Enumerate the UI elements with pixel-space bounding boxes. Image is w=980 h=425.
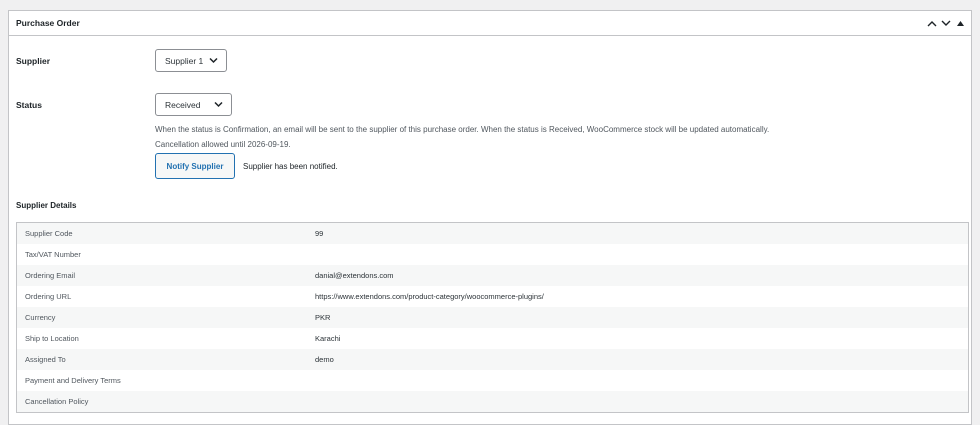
supplier-select-value: Supplier 1 xyxy=(165,55,204,66)
chevron-down-icon xyxy=(209,57,218,64)
table-row: Ordering Email danial@extendons.com xyxy=(16,265,969,286)
status-select-value: Received xyxy=(165,99,201,110)
detail-label: Ordering URL xyxy=(16,286,315,307)
table-row: Assigned To demo xyxy=(16,349,969,370)
detail-value xyxy=(315,244,969,265)
notification-message: Supplier has been notified. xyxy=(243,162,338,171)
table-row: Supplier Code 99 xyxy=(16,222,969,244)
move-up-button[interactable] xyxy=(925,15,939,31)
status-label: Status xyxy=(16,100,42,110)
table-row: Currency PKR xyxy=(16,307,969,328)
toggle-panel-button[interactable] xyxy=(953,15,967,31)
table-row: Tax/VAT Number xyxy=(16,244,969,265)
detail-label: Currency xyxy=(16,307,315,328)
panel-title: Purchase Order xyxy=(16,18,80,28)
cancellation-note: Cancellation allowed until 2026-09-19. xyxy=(155,140,291,149)
chevron-up-icon xyxy=(927,20,937,26)
detail-label: Assigned To xyxy=(16,349,315,370)
supplier-details-table: Supplier Code 99 Tax/VAT Number Ordering … xyxy=(16,222,969,413)
status-description: When the status is Confirmation, an emai… xyxy=(155,125,770,134)
supplier-details-heading: Supplier Details xyxy=(16,201,77,210)
detail-label: Tax/VAT Number xyxy=(16,244,315,265)
table-row: Ship to Location Karachi xyxy=(16,328,969,349)
purchase-order-panel: Purchase Order Supplier Supplier 1 Statu… xyxy=(8,10,972,425)
chevron-down-icon xyxy=(941,20,951,26)
detail-value xyxy=(315,370,969,391)
table-row: Payment and Delivery Terms xyxy=(16,370,969,391)
table-row: Ordering URL https://www.extendons.com/pr… xyxy=(16,286,969,307)
supplier-select[interactable]: Supplier 1 xyxy=(155,49,227,72)
panel-handle-actions xyxy=(925,15,967,31)
detail-label: Supplier Code xyxy=(16,222,315,244)
status-select[interactable]: Received xyxy=(155,93,232,116)
supplier-label: Supplier xyxy=(16,56,51,66)
table-row: Cancellation Policy xyxy=(16,391,969,413)
detail-value: PKR xyxy=(315,307,969,328)
detail-label: Payment and Delivery Terms xyxy=(16,370,315,391)
chevron-down-icon xyxy=(214,101,223,108)
notify-supplier-button[interactable]: Notify Supplier xyxy=(155,153,235,179)
triangle-up-icon xyxy=(956,20,964,26)
detail-label: Ship to Location xyxy=(16,328,315,349)
move-down-button[interactable] xyxy=(939,15,953,31)
detail-label: Cancellation Policy xyxy=(16,391,315,413)
detail-value: Karachi xyxy=(315,328,969,349)
detail-value: 99 xyxy=(315,222,969,244)
panel-header: Purchase Order xyxy=(9,11,971,36)
detail-value xyxy=(315,391,969,413)
detail-value: https://www.extendons.com/product-catego… xyxy=(315,286,969,307)
detail-value: demo xyxy=(315,349,969,370)
detail-label: Ordering Email xyxy=(16,265,315,286)
detail-value: danial@extendons.com xyxy=(315,265,969,286)
